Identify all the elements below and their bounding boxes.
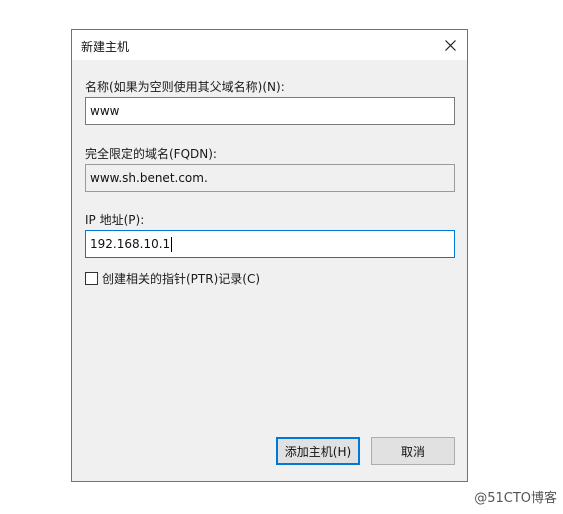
fqdn-label: 完全限定的域名(FQDN):: [85, 147, 217, 161]
text-caret: [171, 237, 173, 252]
ip-label: IP 地址(P):: [85, 213, 145, 227]
close-button[interactable]: [433, 30, 467, 60]
name-input[interactable]: www: [85, 97, 455, 125]
name-label: 名称(如果为空则使用其父域名称)(N):: [85, 80, 285, 94]
new-host-dialog: 新建主机 名称(如果为空则使用其父域名称)(N): www 完全限定的域名(FQ…: [71, 29, 468, 482]
ptr-checkbox-label: 创建相关的指针(PTR)记录(C): [102, 272, 261, 286]
ptr-checkbox-row[interactable]: 创建相关的指针(PTR)记录(C): [85, 270, 260, 287]
cancel-button[interactable]: 取消: [371, 437, 455, 465]
ip-address-value: 192.168.10.1: [90, 237, 171, 251]
add-host-button[interactable]: 添加主机(H): [276, 437, 360, 465]
watermark: @51CTO博客: [474, 491, 557, 506]
ptr-checkbox[interactable]: [85, 272, 98, 285]
fqdn-field: www.sh.benet.com.: [85, 164, 455, 192]
close-icon: [444, 39, 456, 51]
ip-address-input[interactable]: 192.168.10.1: [85, 230, 455, 258]
dialog-title: 新建主机: [81, 40, 130, 54]
title-bar: 新建主机: [72, 30, 467, 60]
